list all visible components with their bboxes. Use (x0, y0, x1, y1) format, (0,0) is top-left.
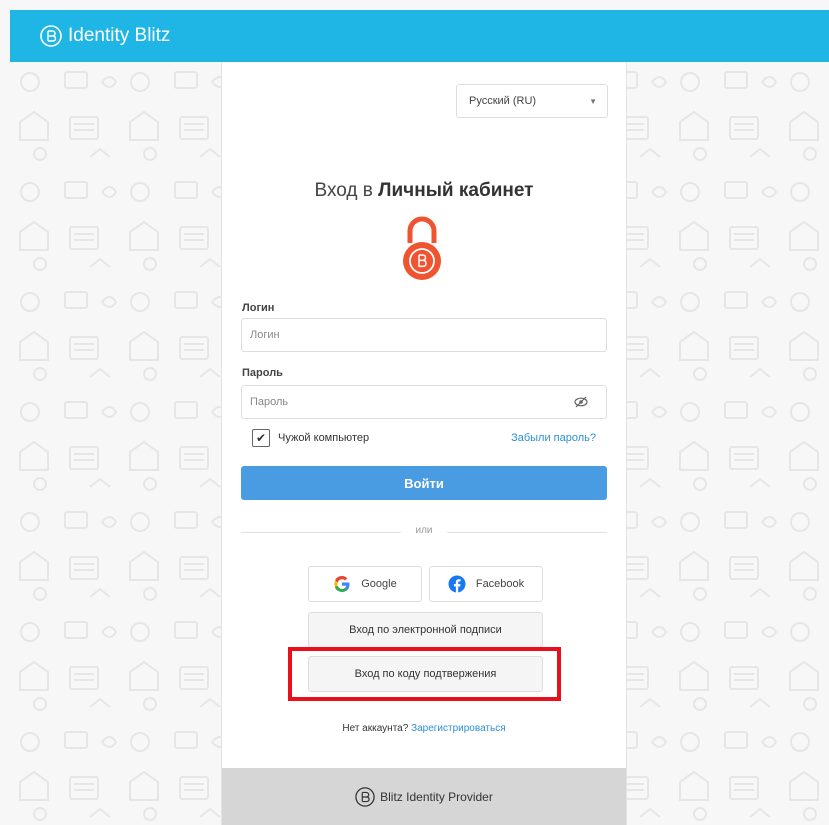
login-field[interactable] (241, 318, 607, 352)
password-input[interactable] (250, 396, 606, 408)
divider-line-right (447, 532, 607, 533)
language-select[interactable]: Русский (RU) ▼ (456, 84, 608, 118)
facebook-label: Facebook (475, 578, 525, 590)
login-button[interactable]: Войти (241, 466, 607, 500)
signup-link[interactable]: Зарегистрироваться (411, 723, 506, 734)
password-label: Пароль (242, 367, 283, 379)
signup-row: Нет аккаунта? Зарегистрироваться (222, 723, 626, 734)
title-prefix: Вход в (314, 180, 373, 201)
foreign-computer-label: Чужой компьютер (278, 432, 370, 444)
title-bold: Личный кабинет (378, 180, 534, 201)
google-icon (333, 575, 351, 593)
divider-text: или (415, 525, 433, 536)
facebook-login-button[interactable]: Facebook (429, 566, 543, 602)
login-label: Логин (242, 302, 275, 314)
esign-login-button[interactable]: Вход по электронной подписи (308, 612, 543, 648)
eye-slash-icon[interactable] (574, 396, 588, 408)
password-field[interactable] (241, 385, 607, 419)
blitz-logo-icon (40, 25, 62, 47)
login-panel: Русский (RU) ▼ Вход в Личный кабинет Лог… (221, 62, 627, 825)
or-divider: или (241, 525, 607, 536)
google-login-button[interactable]: Google (308, 566, 422, 602)
highlight-box (288, 647, 561, 701)
brand-name: Identity Blitz (68, 25, 171, 46)
page-title: Вход в Личный кабинет (222, 180, 626, 202)
chevron-down-icon: ▼ (589, 97, 597, 106)
lock-icon (403, 216, 441, 280)
footer-brand: Blitz Identity Provider (380, 789, 493, 804)
brand[interactable]: Identity Blitz (40, 25, 170, 47)
forgot-password-link[interactable]: Забыли пароль? (511, 432, 596, 444)
footer: Blitz Identity Provider (222, 768, 626, 825)
language-selected: Русский (RU) (469, 95, 537, 107)
foreign-computer-checkbox[interactable]: ✔ (252, 429, 270, 447)
signup-prompt: Нет аккаунта? (342, 723, 409, 734)
google-label: Google (361, 578, 397, 590)
login-input[interactable] (250, 329, 606, 341)
blitz-logo-icon (355, 786, 375, 807)
facebook-icon (448, 575, 466, 593)
checkmark-icon: ✔ (255, 431, 267, 445)
top-bar: Identity Blitz (10, 10, 829, 62)
